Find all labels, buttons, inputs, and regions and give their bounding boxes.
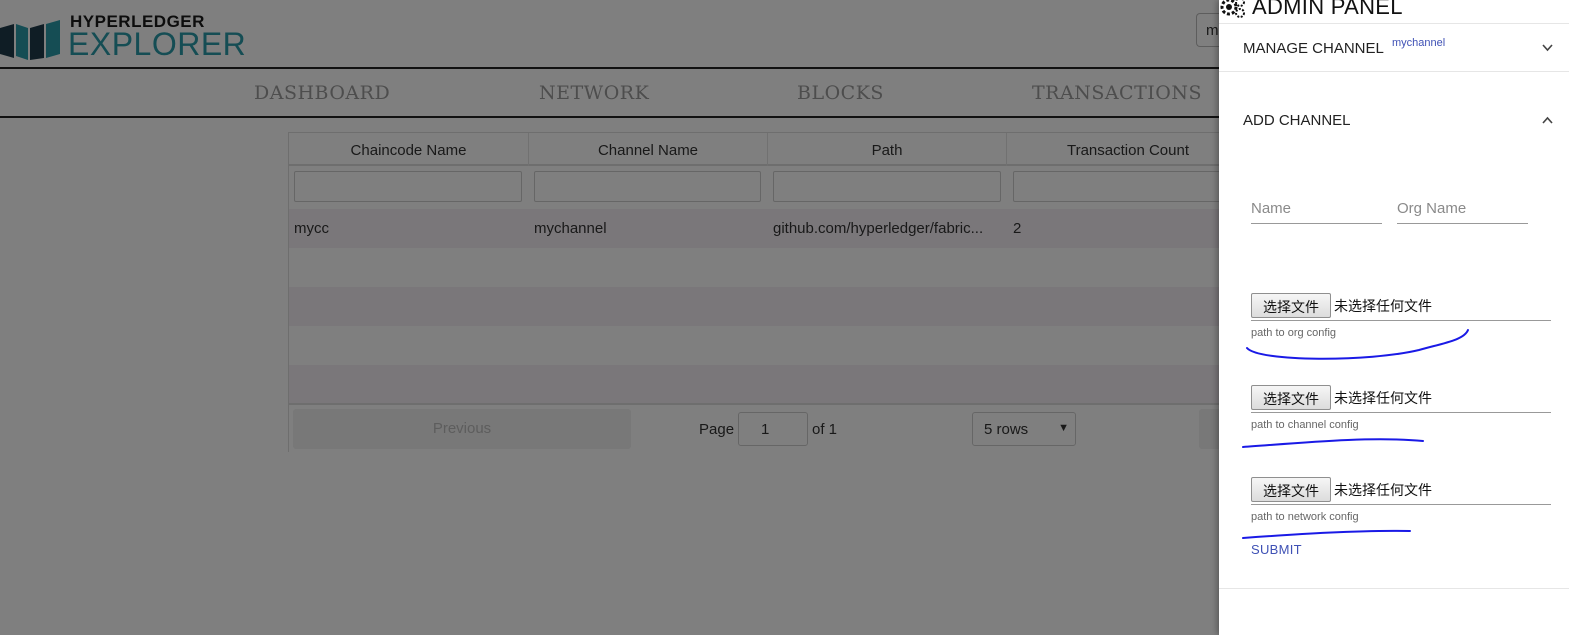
current-channel-label: mychannel — [1392, 37, 1446, 49]
org-config-file-input[interactable]: 选择文件 未选择任何文件 — [1251, 293, 1551, 321]
add-channel-title[interactable]: ADD CHANNEL — [1243, 112, 1351, 129]
file-status: 未选择任何文件 — [1334, 391, 1432, 407]
chevron-down-icon[interactable] — [1542, 42, 1553, 53]
channel-config-file-input[interactable]: 选择文件 未选择任何文件 — [1251, 385, 1551, 413]
chevron-up-icon[interactable] — [1542, 115, 1553, 126]
file-status: 未选择任何文件 — [1334, 483, 1432, 499]
gear-icon — [1220, 0, 1245, 18]
file-status: 未选择任何文件 — [1334, 299, 1432, 315]
network-config-file-input[interactable]: 选择文件 未选择任何文件 — [1251, 477, 1551, 505]
choose-file-button[interactable]: 选择文件 — [1251, 477, 1331, 502]
choose-file-button[interactable]: 选择文件 — [1251, 385, 1331, 410]
manage-channel-title: MANAGE CHANNEL — [1243, 40, 1384, 57]
org-name-input[interactable]: Org Name — [1397, 198, 1528, 224]
network-config-hint: path to network config — [1251, 511, 1359, 523]
admin-panel-drawer: ADMIN PANEL MANAGE CHANNEL mychannel ADD… — [1219, 0, 1569, 635]
admin-panel-header: ADMIN PANEL — [1219, 0, 1569, 23]
channel-name-input[interactable]: Name — [1251, 198, 1382, 224]
channel-config-hint: path to channel config — [1251, 419, 1359, 431]
admin-panel-title: ADMIN PANEL — [1252, 0, 1403, 19]
submit-button[interactable]: SUBMIT — [1251, 542, 1302, 557]
choose-file-button[interactable]: 选择文件 — [1251, 293, 1331, 318]
org-config-hint: path to org config — [1251, 327, 1337, 339]
manage-channel-section[interactable]: MANAGE CHANNEL mychannel — [1219, 24, 1569, 72]
